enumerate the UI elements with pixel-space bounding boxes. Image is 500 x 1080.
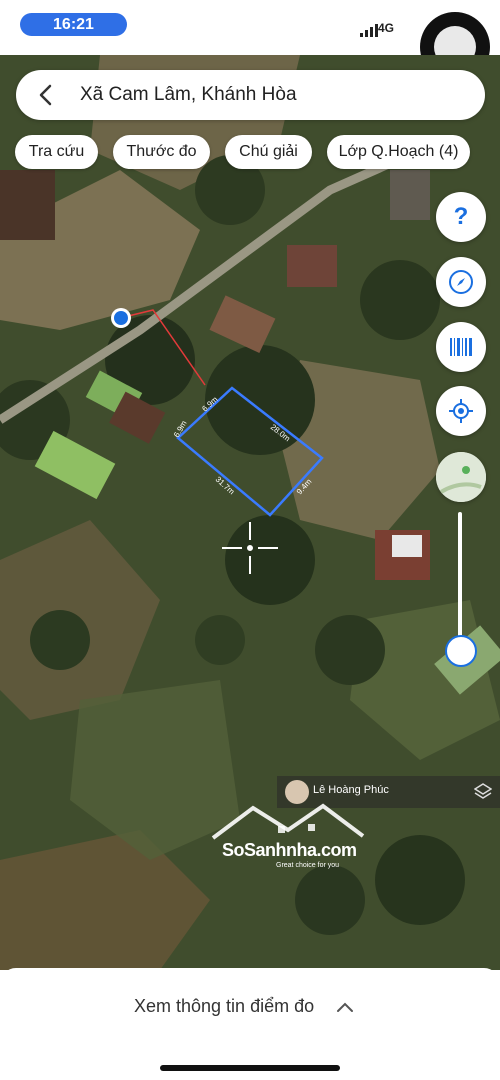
- chip-thuoc-do[interactable]: Thước đo: [113, 135, 210, 169]
- compass-icon: [449, 270, 473, 294]
- barcode-icon: [450, 338, 472, 356]
- back-arrow-icon[interactable]: [34, 82, 60, 108]
- brand-tagline: Great choice for you: [276, 862, 340, 869]
- my-location-button[interactable]: [436, 386, 486, 436]
- barcode-button[interactable]: [436, 322, 486, 372]
- watermark-user-name: Lê Hoàng Phúc: [313, 784, 389, 796]
- signal-icon: [360, 24, 378, 37]
- status-bar: 16:21 4G: [0, 0, 500, 82]
- help-icon: ?: [453, 203, 469, 230]
- map-layer-thumbnail[interactable]: [436, 452, 486, 502]
- house-logo-icon: [211, 803, 365, 840]
- help-button[interactable]: ?: [436, 192, 486, 242]
- brand-logo: SoSanhnha.com Great choice for you: [208, 796, 368, 876]
- chip-tra-cuu[interactable]: Tra cứu: [15, 135, 98, 169]
- compass-button[interactable]: [436, 257, 486, 307]
- target-icon: [449, 399, 473, 423]
- chip-chu-giai[interactable]: Chú giải: [225, 135, 312, 169]
- layers-icon: [474, 783, 492, 799]
- opacity-slider-thumb[interactable]: [445, 635, 477, 667]
- chevron-up-icon[interactable]: [335, 997, 355, 1017]
- brand-name: SoSanhnha.com: [222, 840, 357, 860]
- home-indicator: [160, 1065, 340, 1071]
- opacity-slider-track[interactable]: [458, 512, 462, 642]
- search-bar[interactable]: Xã Cam Lâm, Khánh Hòa: [16, 70, 485, 120]
- status-time: 16:21: [20, 13, 127, 36]
- network-label: 4G: [378, 21, 395, 35]
- bottom-sheet[interactable]: Xem thông tin điểm đo: [0, 968, 500, 1080]
- view-measurement-info-button[interactable]: Xem thông tin điểm đo: [134, 996, 314, 1017]
- location-title[interactable]: Xã Cam Lâm, Khánh Hòa: [80, 84, 297, 106]
- chip-lop-quy-hoach[interactable]: Lớp Q.Hoạch (4): [327, 135, 470, 169]
